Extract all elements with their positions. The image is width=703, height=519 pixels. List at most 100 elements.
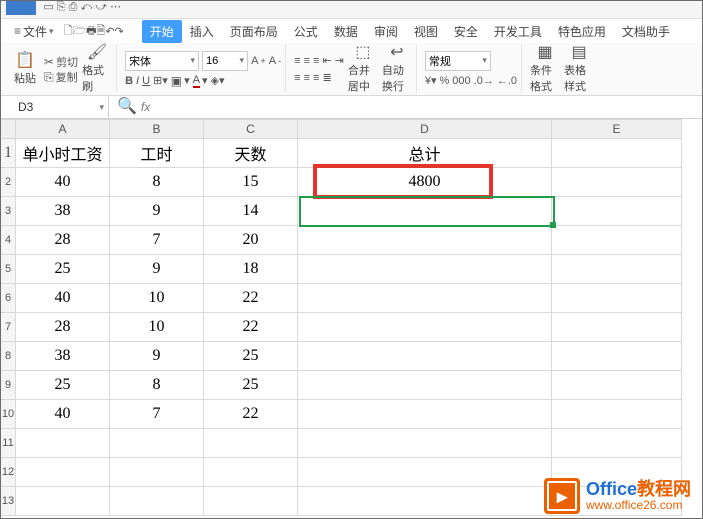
cell[interactable]: 9 bbox=[110, 197, 204, 226]
row-header[interactable]: 8 bbox=[1, 342, 16, 371]
comma-button[interactable]: 000 bbox=[452, 74, 470, 88]
row-header[interactable]: 10 bbox=[1, 400, 16, 429]
cell[interactable]: 38 bbox=[16, 197, 110, 226]
tab-layout[interactable]: 页面布局 bbox=[222, 20, 286, 43]
cell[interactable]: 9 bbox=[110, 342, 204, 371]
col-header-C[interactable]: C bbox=[204, 120, 298, 139]
tab-review[interactable]: 审阅 bbox=[366, 20, 406, 43]
cell[interactable]: 25 bbox=[16, 371, 110, 400]
cond-format-button[interactable]: ▦ 条件格式 bbox=[530, 45, 560, 94]
tab-docassist[interactable]: 文档助手 bbox=[614, 20, 678, 43]
cell[interactable] bbox=[552, 313, 682, 342]
font-size-select[interactable]: 16▾ bbox=[202, 51, 248, 71]
cell[interactable]: 25 bbox=[204, 342, 298, 371]
cell[interactable] bbox=[204, 429, 298, 458]
border-button[interactable]: ⊞▾ bbox=[153, 74, 168, 88]
cut-button[interactable]: ✂剪切 bbox=[44, 55, 78, 69]
align-top-button[interactable]: ≡ bbox=[294, 54, 300, 68]
cell[interactable]: 单小时工资 bbox=[16, 139, 110, 168]
cell[interactable]: 9 bbox=[110, 255, 204, 284]
cell[interactable] bbox=[552, 139, 682, 168]
cell[interactable]: 40 bbox=[16, 400, 110, 429]
row-header[interactable]: 13 bbox=[1, 487, 16, 516]
cell[interactable] bbox=[298, 284, 552, 313]
cell[interactable]: 40 bbox=[16, 284, 110, 313]
name-box[interactable]: D3 bbox=[0, 96, 109, 118]
col-header-D[interactable]: D bbox=[298, 120, 552, 139]
wrap-text-button[interactable]: ↩ 自动换行 bbox=[382, 45, 412, 94]
qat-undo-icon[interactable]: ↶ bbox=[105, 24, 114, 38]
row-header[interactable]: 12 bbox=[1, 458, 16, 487]
cell[interactable] bbox=[110, 487, 204, 516]
inc-decimal-button[interactable]: .0→ bbox=[474, 74, 494, 88]
cell[interactable] bbox=[552, 458, 682, 487]
cell[interactable]: 7 bbox=[110, 226, 204, 255]
qat-save-icon[interactable]: 🗋 bbox=[64, 24, 73, 38]
currency-button[interactable]: ¥▾ bbox=[425, 74, 437, 88]
cell[interactable] bbox=[298, 197, 552, 226]
bold-button[interactable]: B bbox=[125, 74, 133, 88]
cell[interactable]: 14 bbox=[204, 197, 298, 226]
cell[interactable]: 10 bbox=[110, 284, 204, 313]
qat-print-icon[interactable]: 🖶 bbox=[86, 24, 96, 38]
indent-inc-button[interactable]: ⇥ bbox=[335, 54, 344, 68]
cell[interactable] bbox=[552, 371, 682, 400]
cell[interactable] bbox=[298, 458, 552, 487]
fx-label[interactable]: fx bbox=[141, 100, 150, 114]
file-menu[interactable]: ≡ 文件 ▾ bbox=[6, 20, 62, 43]
cell[interactable] bbox=[298, 313, 552, 342]
underline-button[interactable]: U bbox=[142, 74, 150, 88]
effects-button[interactable]: ◈▾ bbox=[211, 74, 225, 88]
cell[interactable] bbox=[552, 255, 682, 284]
font-color-button[interactable]: A▾ bbox=[193, 74, 208, 88]
cell[interactable]: 40 bbox=[16, 168, 110, 197]
cell[interactable] bbox=[552, 226, 682, 255]
cell[interactable] bbox=[298, 255, 552, 284]
fill-color-button[interactable]: ▣▾ bbox=[171, 74, 190, 88]
row-header[interactable]: 7 bbox=[1, 313, 16, 342]
row-header[interactable]: 2 bbox=[1, 168, 16, 197]
fx-search-icon[interactable]: 🔍 bbox=[117, 99, 137, 115]
cell[interactable] bbox=[298, 371, 552, 400]
row-header[interactable]: 11 bbox=[1, 429, 16, 458]
cell[interactable]: 22 bbox=[204, 313, 298, 342]
col-header-B[interactable]: B bbox=[110, 120, 204, 139]
row-header[interactable]: 4 bbox=[1, 226, 16, 255]
tab-data[interactable]: 数据 bbox=[326, 20, 366, 43]
cell[interactable]: 25 bbox=[204, 371, 298, 400]
cell[interactable]: 4800 bbox=[298, 168, 552, 197]
cell[interactable] bbox=[298, 400, 552, 429]
grid[interactable]: A B C D E 1单小时工资工时天数总计240815480033891442… bbox=[0, 119, 703, 519]
cell[interactable]: 38 bbox=[16, 342, 110, 371]
col-header-E[interactable]: E bbox=[552, 120, 682, 139]
row-header[interactable]: 3 bbox=[1, 197, 16, 226]
cell[interactable] bbox=[16, 458, 110, 487]
select-all-corner[interactable] bbox=[1, 120, 16, 139]
cell[interactable] bbox=[552, 168, 682, 197]
sheet-table[interactable]: A B C D E 1单小时工资工时天数总计240815480033891442… bbox=[0, 119, 682, 516]
col-header-A[interactable]: A bbox=[16, 120, 110, 139]
cell[interactable] bbox=[204, 458, 298, 487]
tab-developer[interactable]: 开发工具 bbox=[486, 20, 550, 43]
cell[interactable]: 22 bbox=[204, 400, 298, 429]
cell[interactable] bbox=[16, 487, 110, 516]
align-left-button[interactable]: ≡ bbox=[294, 71, 300, 85]
cell[interactable]: 10 bbox=[110, 313, 204, 342]
tab-insert[interactable]: 插入 bbox=[182, 20, 222, 43]
qat-redo-icon[interactable]: ↷ bbox=[115, 24, 124, 38]
tab-home[interactable]: 开始 bbox=[142, 20, 182, 43]
cell[interactable]: 工时 bbox=[110, 139, 204, 168]
table-style-button[interactable]: ▤ 表格样式 bbox=[564, 45, 594, 94]
cell[interactable] bbox=[204, 487, 298, 516]
cell[interactable] bbox=[110, 458, 204, 487]
cell[interactable]: 25 bbox=[16, 255, 110, 284]
number-format-select[interactable]: 常规▾ bbox=[425, 51, 491, 71]
dec-decimal-button[interactable]: ←.0 bbox=[497, 74, 517, 88]
distribute-button[interactable]: ≣ bbox=[322, 71, 331, 85]
copy-button[interactable]: ⎘复制 bbox=[44, 70, 78, 84]
row-header[interactable]: 9 bbox=[1, 371, 16, 400]
qat-open-icon[interactable]: 🗁 bbox=[72, 24, 86, 38]
align-middle-button[interactable]: ≡ bbox=[304, 54, 310, 68]
cell[interactable]: 天数 bbox=[204, 139, 298, 168]
qat-preview-icon[interactable]: 🗎 bbox=[96, 24, 105, 38]
